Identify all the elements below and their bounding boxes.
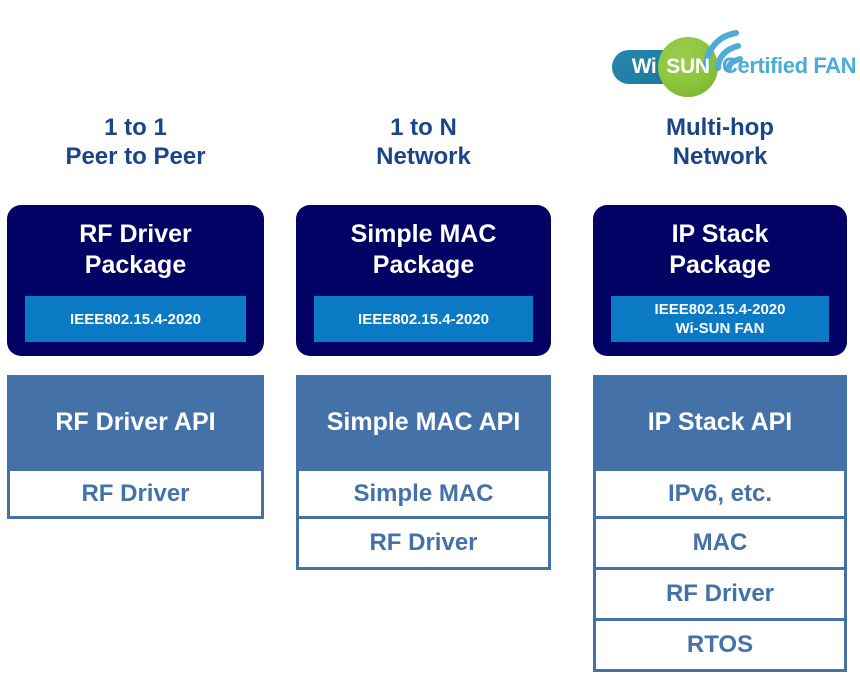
column-header-multi-hop-network: Multi-hop Network [666, 114, 774, 170]
package-standard-ribbon-rf-driver: IEEE802.15.4-2020 [25, 296, 246, 342]
column-header-one-to-n-network: 1 to N Network [376, 114, 471, 170]
software-stack-peer-to-peer: RF Driver API RF Driver [7, 375, 264, 519]
stack-row-rf-driver: RF Driver [7, 468, 264, 519]
package-standard-label-simple-mac: IEEE802.15.4-2020 [358, 310, 489, 328]
package-title-rf-driver: RF Driver Package [79, 220, 192, 279]
api-header-simple-mac: Simple MAC API [296, 375, 551, 468]
column-header-peer-to-peer: 1 to 1 Peer to Peer [65, 114, 206, 170]
stack-row-rf-driver: RF Driver [593, 570, 847, 621]
api-header-rf-driver: RF Driver API [7, 375, 264, 468]
wisun-logo-certified-fan-text: Certified FAN [722, 53, 857, 78]
software-stack-multi-hop-network: IP Stack API IPv6, etc. MAC RF Driver RT… [593, 375, 847, 672]
stack-row-simple-mac: Simple MAC [296, 468, 551, 519]
package-standard-ribbon-simple-mac: IEEE802.15.4-2020 [314, 296, 533, 342]
software-stack-one-to-n-network: Simple MAC API Simple MAC RF Driver [296, 375, 551, 570]
wisun-certified-fan-logo: Wi SUN Certified FAN [612, 22, 857, 97]
package-box-rf-driver: RF Driver Package IEEE802.15.4-2020 [7, 205, 264, 356]
package-title-ip-stack: IP Stack Package [669, 220, 771, 279]
stack-row-rf-driver: RF Driver [296, 519, 551, 570]
package-standard-ribbon-ip-stack: IEEE802.15.4-2020 Wi-SUN FAN [611, 296, 829, 342]
api-header-ip-stack: IP Stack API [593, 375, 847, 468]
package-box-ip-stack: IP Stack Package IEEE802.15.4-2020 Wi-SU… [593, 205, 847, 356]
wisun-logo-sun-text: SUN [666, 55, 710, 78]
package-title-simple-mac: Simple MAC Package [350, 220, 497, 279]
package-standard-label-rf-driver: IEEE802.15.4-2020 [70, 310, 201, 328]
package-standard-label-ip-stack: IEEE802.15.4-2020 Wi-SUN FAN [654, 301, 786, 337]
stack-row-rtos: RTOS [593, 621, 847, 672]
stack-row-mac: MAC [593, 519, 847, 570]
package-box-simple-mac: Simple MAC Package IEEE802.15.4-2020 [296, 205, 551, 356]
stack-row-ipv6: IPv6, etc. [593, 468, 847, 519]
